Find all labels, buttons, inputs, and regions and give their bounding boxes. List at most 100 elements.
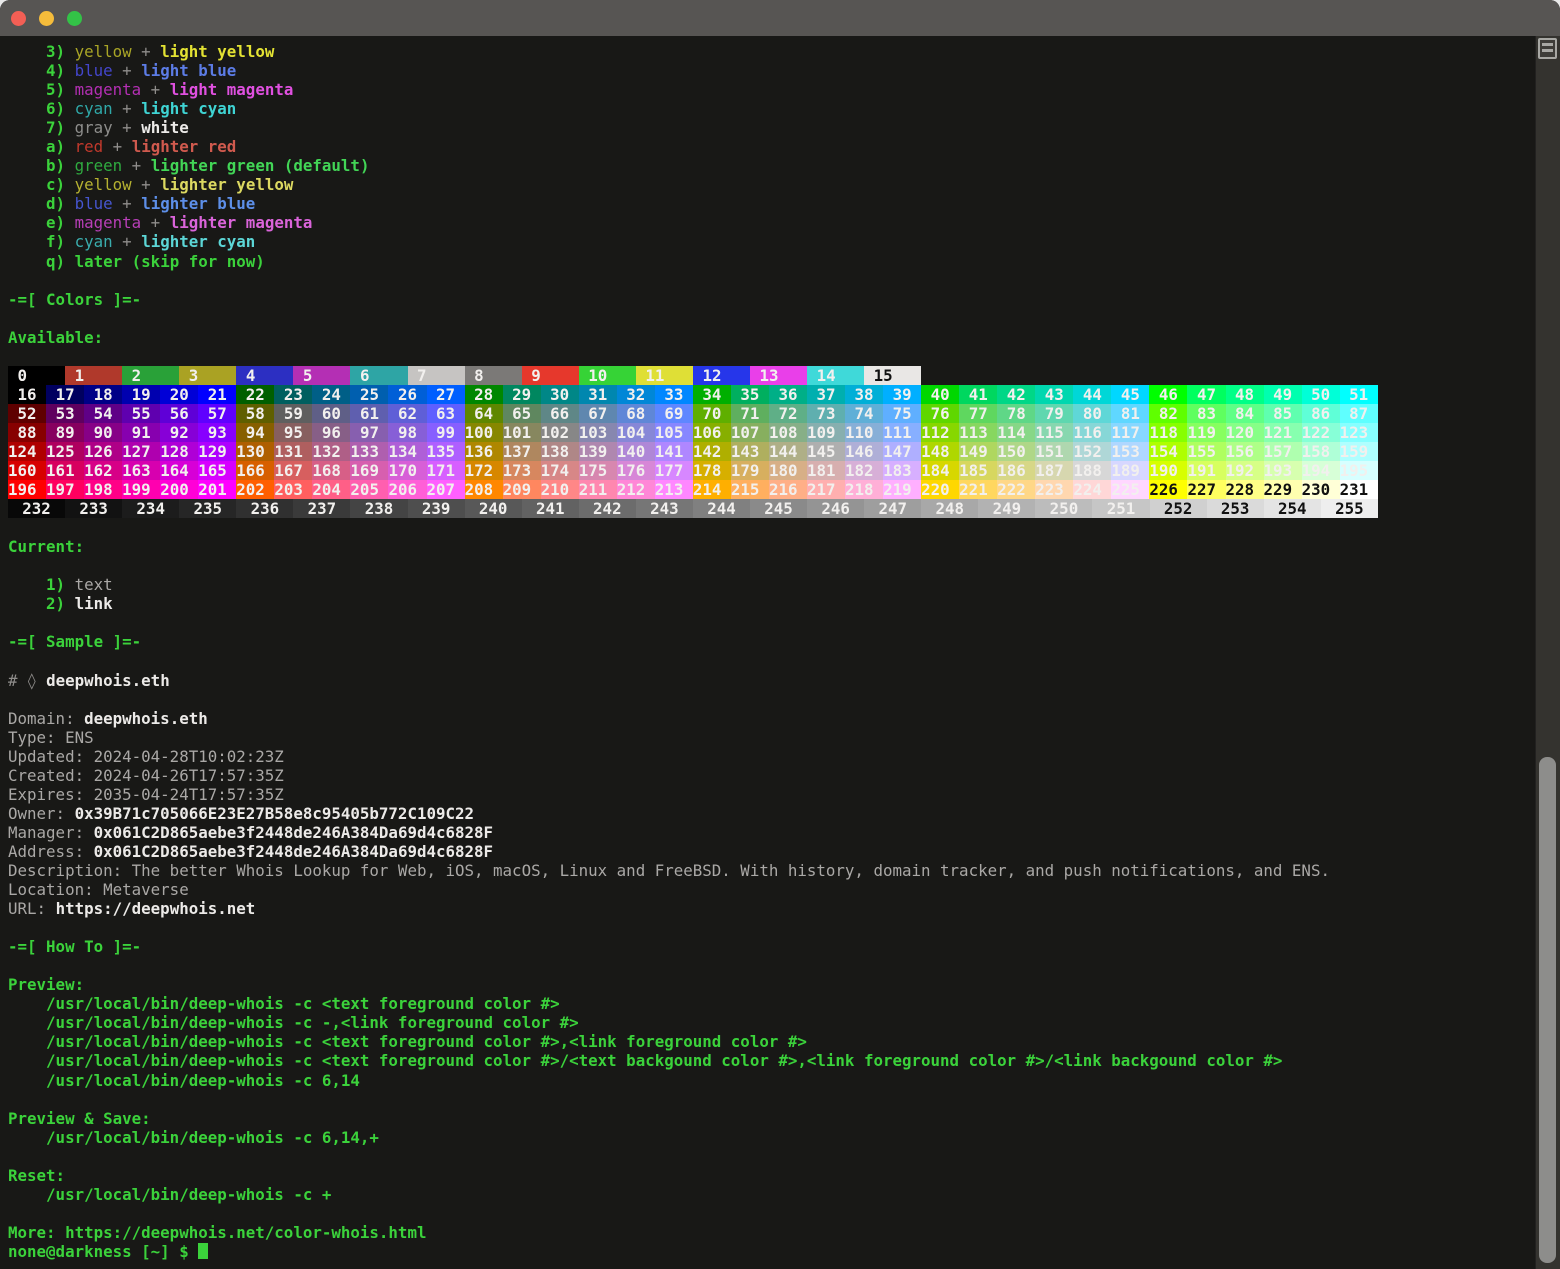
- palette-cell: 15: [864, 366, 921, 385]
- palette-cell: 159: [1340, 442, 1378, 461]
- palette-cell: 150: [997, 442, 1035, 461]
- palette-cell: 38: [845, 385, 883, 404]
- palette-cell: 189: [1111, 461, 1149, 480]
- scrollbar-thumb[interactable]: [1539, 757, 1556, 1263]
- palette-cell: 188: [1073, 461, 1111, 480]
- palette-cell: 243: [636, 499, 693, 518]
- palette-cell: 68: [617, 404, 655, 423]
- palette-cell: 88: [8, 423, 46, 442]
- blank-line: [8, 1090, 1398, 1109]
- menu-option-b: b) green + lighter green (default): [8, 156, 1398, 175]
- palette-cell: 118: [1149, 423, 1187, 442]
- palette-cell: 95: [274, 423, 312, 442]
- blank-line: [8, 918, 1398, 937]
- palette-cell: 182: [845, 461, 883, 480]
- palette-cell: 67: [579, 404, 617, 423]
- field-owner: Owner: 0x39B71c705066E23E27B58e8c95405b7…: [8, 804, 1398, 823]
- palette-cell: 96: [312, 423, 350, 442]
- palette-cell: 9: [522, 366, 579, 385]
- palette-cell: 2: [122, 366, 179, 385]
- palette-cell: 62: [388, 404, 426, 423]
- palette-cell: 230: [1302, 480, 1340, 499]
- field-expires: Expires: 2035-04-24T17:57:35Z: [8, 785, 1398, 804]
- palette-cell: 135: [427, 442, 465, 461]
- palette-cell: 73: [807, 404, 845, 423]
- reset-command: /usr/local/bin/deep-whois -c +: [8, 1185, 1398, 1204]
- palette-cell: 124: [8, 442, 46, 461]
- palette-cell: 253: [1207, 499, 1264, 518]
- palette-cell: 80: [1073, 404, 1111, 423]
- palette-cell: 12: [693, 366, 750, 385]
- palette-cell: 36: [769, 385, 807, 404]
- palette-row-cube-1: 5253545556575859606162636465666768697071…: [8, 404, 1398, 423]
- field-address: Address: 0x061C2D865aebe3f2448de246A384D…: [8, 842, 1398, 861]
- close-button[interactable]: [11, 11, 26, 26]
- palette-cell: 7: [408, 366, 465, 385]
- palette-cell: 249: [978, 499, 1035, 518]
- zoom-button[interactable]: [67, 11, 82, 26]
- palette-cell: 121: [1264, 423, 1302, 442]
- palette-cell: 236: [236, 499, 293, 518]
- current-item-link: 2) link: [8, 594, 1398, 613]
- palette-cell: 53: [46, 404, 84, 423]
- palette-cell: 248: [921, 499, 978, 518]
- palette-cell: 33: [655, 385, 693, 404]
- palette-cell: 237: [293, 499, 350, 518]
- palette-cell: 24: [312, 385, 350, 404]
- palette-cell: 115: [1035, 423, 1073, 442]
- palette-cell: 149: [959, 442, 997, 461]
- palette-cell: 44: [1073, 385, 1111, 404]
- field-manager: Manager: 0x061C2D865aebe3f2448de246A384D…: [8, 823, 1398, 842]
- palette-cell: 37: [807, 385, 845, 404]
- palette-cell: 87: [1340, 404, 1378, 423]
- palette-cell: 161: [46, 461, 84, 480]
- palette-cell: 172: [465, 461, 503, 480]
- palette-cell: 152: [1073, 442, 1111, 461]
- palette-cell: 5: [293, 366, 350, 385]
- palette-cell: 200: [160, 480, 198, 499]
- palette-cell: 27: [427, 385, 465, 404]
- palette-cell: 183: [883, 461, 921, 480]
- palette-cell: 129: [198, 442, 236, 461]
- palette-cell: 58: [236, 404, 274, 423]
- palette-cell: 102: [541, 423, 579, 442]
- palette-cell: 111: [883, 423, 921, 442]
- palette-row-base16: 0123456789101112131415: [8, 366, 1398, 385]
- palette-cell: 82: [1149, 404, 1187, 423]
- palette-cell: 215: [731, 480, 769, 499]
- palette-cell: 47: [1187, 385, 1225, 404]
- palette-cell: 232: [8, 499, 65, 518]
- palette-cell: 164: [160, 461, 198, 480]
- palette-cell: 158: [1302, 442, 1340, 461]
- palette-cell: 191: [1187, 461, 1225, 480]
- palette-cell: 186: [997, 461, 1035, 480]
- palette-cell: 75: [883, 404, 921, 423]
- howto-section-header: -=[ How To ]=-: [8, 937, 1398, 956]
- palette-cell: 54: [84, 404, 122, 423]
- palette-cell: 250: [1035, 499, 1092, 518]
- palette-cell: 151: [1035, 442, 1073, 461]
- palette-cell: 139: [579, 442, 617, 461]
- scrollbar-track[interactable]: [1535, 36, 1560, 1269]
- palette-cell: 20: [160, 385, 198, 404]
- reset-label: Reset:: [8, 1166, 1398, 1185]
- palette-cell: 254: [1264, 499, 1321, 518]
- preview-command-4: /usr/local/bin/deep-whois -c <text foreg…: [8, 1051, 1398, 1070]
- menu-option-d: d) blue + lighter blue: [8, 194, 1398, 213]
- palette-cell: 163: [122, 461, 160, 480]
- palette-cell: 197: [46, 480, 84, 499]
- terminal-window: 3) yellow + light yellow 4) blue + light…: [0, 0, 1560, 1269]
- palette-cell: 181: [807, 461, 845, 480]
- palette-cell: 55: [122, 404, 160, 423]
- palette-cell: 34: [693, 385, 731, 404]
- terminal-content: 3) yellow + light yellow 4) blue + light…: [8, 42, 1398, 1261]
- titlebar[interactable]: [0, 0, 1560, 36]
- minimize-button[interactable]: [39, 11, 54, 26]
- preview-command-1: /usr/local/bin/deep-whois -c <text foreg…: [8, 994, 1398, 1013]
- palette-cell: 79: [1035, 404, 1073, 423]
- palette-cell: 74: [845, 404, 883, 423]
- palette-cell: 50: [1302, 385, 1340, 404]
- palette-cell: 11: [636, 366, 693, 385]
- palette-cell: 78: [997, 404, 1035, 423]
- palette-cell: 155: [1187, 442, 1225, 461]
